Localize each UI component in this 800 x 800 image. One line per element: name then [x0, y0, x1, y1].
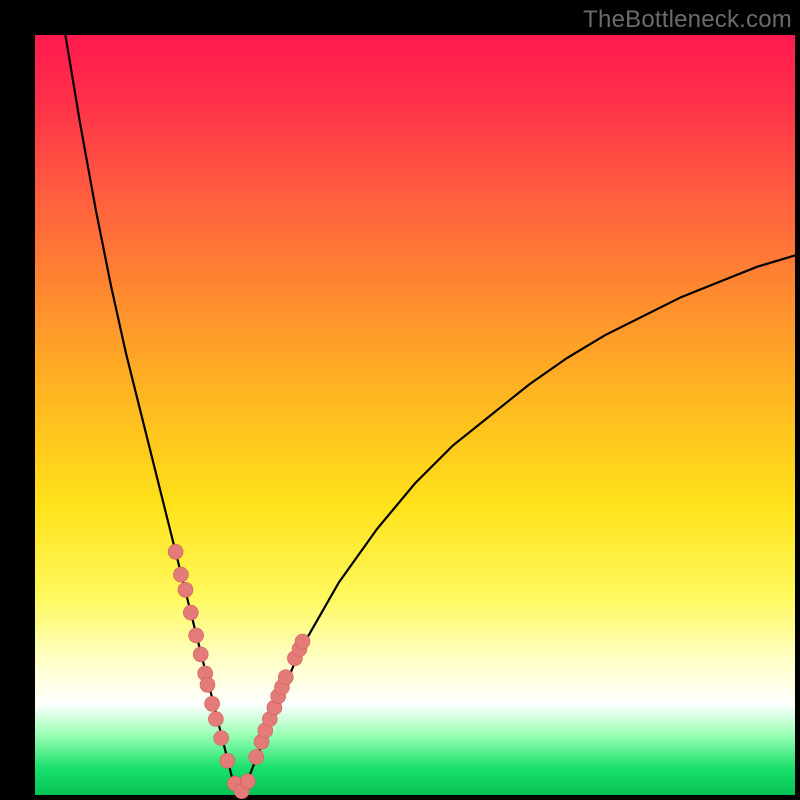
scatter-dot: [214, 731, 229, 746]
scatter-dot: [278, 670, 293, 685]
scatter-dot: [205, 696, 220, 711]
curve-right: [240, 255, 795, 795]
scatter-dot: [208, 712, 223, 727]
scatter-dot: [168, 544, 183, 559]
scatter-dot: [249, 750, 264, 765]
scatter-dot: [200, 677, 215, 692]
scatter-dot: [178, 582, 193, 597]
scatter-dot: [189, 628, 204, 643]
scatter-dot: [240, 774, 255, 789]
scatter-dot: [220, 753, 235, 768]
chart-frame: TheBottleneck.com: [0, 0, 800, 800]
scatter-dot: [183, 605, 198, 620]
chart-svg: [35, 35, 795, 795]
scatter-dot: [193, 647, 208, 662]
scatter-dot: [295, 634, 310, 649]
plot-area: [35, 35, 795, 795]
scatter-dot: [173, 567, 188, 582]
watermark-text: TheBottleneck.com: [583, 6, 792, 34]
scatter-group: [168, 544, 310, 798]
